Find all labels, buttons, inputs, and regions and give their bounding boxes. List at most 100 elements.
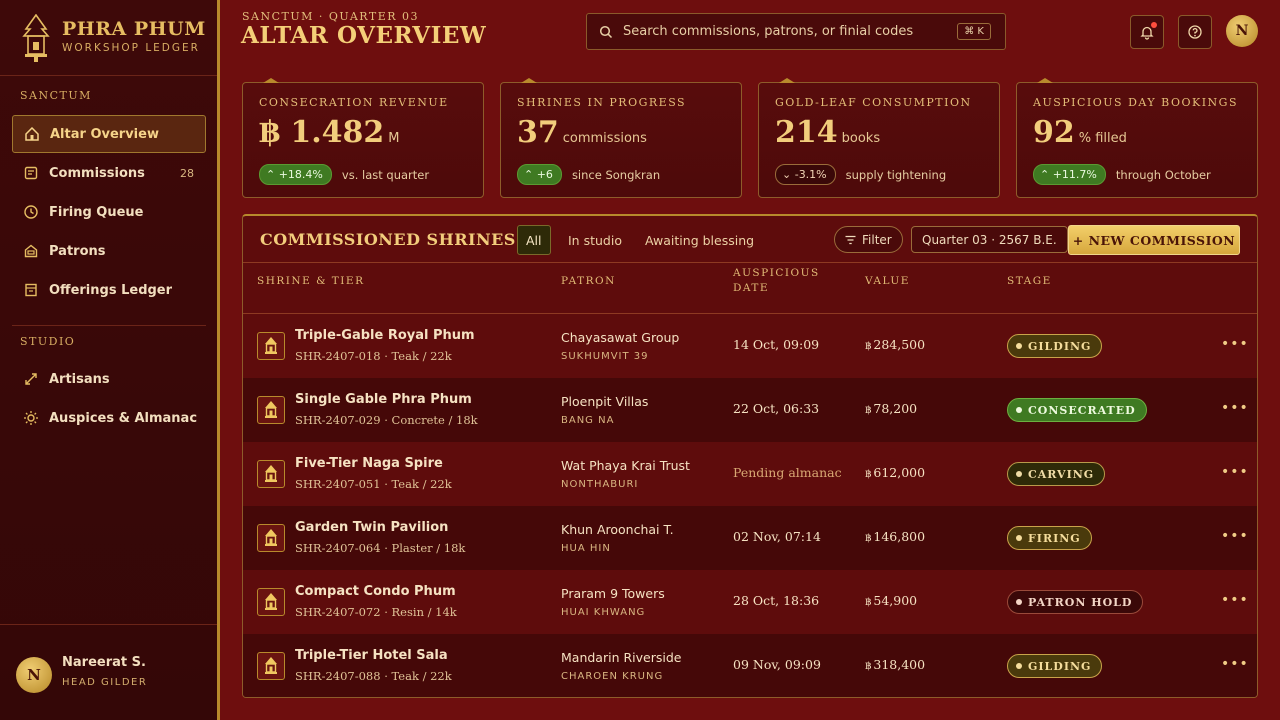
table-row[interactable]: Garden Twin Pavilion SHR-2407-064 · Plast… [243,506,1257,570]
stage-label: GILDING [1028,659,1092,673]
delta-value: +18.4% [278,168,323,181]
building-icon [22,242,40,260]
search-shortcut-hint: ⌘ K [957,23,991,40]
sidebar-divider [0,624,217,625]
stat-label: CONSECRATION REVENUE [259,96,449,109]
column-header-date[interactable]: AUSPICIOUS DATE [733,266,820,296]
stat-label: AUSPICIOUS DAY BOOKINGS [1033,96,1238,109]
row-more-icon[interactable]: ••• [1221,656,1249,672]
stage-badge: GILDING [1007,334,1103,358]
stat-card-shrines-in-progress: SHRINES IN PROGRESS 37 commissions ⌃ +6 s… [500,78,742,198]
delta-badge: ⌃ +6 [517,164,562,185]
sidebar-divider [12,325,206,326]
notifications-button[interactable] [1130,15,1164,49]
user-name: Nareerat S. [62,655,146,670]
shrine-name[interactable]: Five-Tier Naga Spire [295,456,443,471]
delta-value: -3.1% [794,168,827,181]
period-selector[interactable]: Quarter 03 · 2567 B.E. [911,226,1068,253]
spirit-house-icon [257,652,285,680]
value-amount: 612,000 [873,465,926,480]
shrine-name[interactable]: Garden Twin Pavilion [295,520,448,535]
sidebar-item-auspices-almanac[interactable]: Auspices & Almanac [12,399,206,437]
stat-label: SHRINES IN PROGRESS [517,96,687,109]
user-role: HEAD GILDER [62,677,148,688]
column-header-shrine[interactable]: SHRINE & TIER [257,274,365,289]
stage-label: PATRON HOLD [1028,595,1133,609]
table-row[interactable]: Triple-Tier Hotel Sala SHR-2407-088 · Tea… [243,634,1257,697]
search-input[interactable] [623,24,958,39]
patron-name: Praram 9 Towers [561,586,665,601]
shrine-name[interactable]: Compact Condo Phum [295,584,456,599]
help-icon [1188,25,1202,39]
shrine-code: SHR-2407-072 · Resin / 14k [295,605,457,619]
patron-location: SUKHUMVIT 39 [561,351,649,362]
patron-location: BANG NA [561,415,615,426]
baht-symbol: ฿ [865,405,872,416]
row-more-icon[interactable]: ••• [1221,336,1249,352]
sidebar-item-firing-queue[interactable]: Firing Queue [12,193,206,231]
baht-symbol: ฿ [865,469,872,480]
filter-button[interactable]: Filter [834,226,903,253]
commission-value: ฿ 54,900 [865,593,917,608]
stage-dot [1016,471,1022,477]
stat-delta: ⌄ -3.1% supply tightening [775,164,946,185]
card-notch [1037,78,1053,83]
stat-delta: ⌃ +11.7% through October [1033,164,1211,185]
row-more-icon[interactable]: ••• [1221,400,1249,416]
row-more-icon[interactable]: ••• [1221,464,1249,480]
row-more-icon[interactable]: ••• [1221,528,1249,544]
column-header-patron[interactable]: PATRON [561,274,616,289]
patron-name: Wat Phaya Krai Trust [561,458,690,473]
user-avatar: N [16,657,52,693]
stage-badge: CONSECRATED [1007,398,1147,422]
commissions-count-badge: 28 [180,166,194,180]
commission-value: ฿ 612,000 [865,465,925,480]
tab-awaiting-blessing[interactable]: Awaiting blessing [637,225,762,255]
shrine-code: SHR-2407-018 · Teak / 22k [295,349,452,363]
sidebar-item-offerings-ledger[interactable]: Offerings Ledger [12,271,206,309]
stat-value: ฿ 1.482 [259,115,385,150]
card-notch [521,78,537,83]
header-user-avatar[interactable]: N [1226,15,1258,47]
sidebar-item-commissions[interactable]: Commissions 28 [12,154,206,192]
help-button[interactable] [1178,15,1212,49]
stat-delta: ⌃ +18.4% vs. last quarter [259,164,429,185]
value-amount: 54,900 [873,593,918,608]
value-amount: 146,800 [873,529,926,544]
expand-arrows-icon [22,370,40,388]
stage-badge: FIRING [1007,526,1092,550]
table-row[interactable]: Single Gable Phra Phum SHR-2407-029 · Con… [243,378,1257,442]
shrine-code: SHR-2407-051 · Teak / 22k [295,477,452,491]
tab-all[interactable]: All [517,225,551,255]
column-header-stage[interactable]: STAGE [1007,274,1052,289]
current-user[interactable]: N Nareerat S. HEAD GILDER [16,655,216,695]
column-header-value[interactable]: VALUE [865,274,910,289]
patron-name: Mandarin Riverside [561,650,682,665]
spirit-house-icon [257,460,285,488]
stage-dot [1016,663,1022,669]
tab-in-studio[interactable]: In studio [560,225,630,255]
sidebar-item-label: Commissions [49,165,145,181]
sidebar-section-studio: STUDIO [20,335,76,348]
new-commission-button[interactable]: + NEW COMMISSION [1068,225,1240,255]
table-row[interactable]: Triple-Gable Royal Phum SHR-2407-018 · Te… [243,314,1257,378]
table-row[interactable]: Compact Condo Phum SHR-2407-072 · Resin /… [243,570,1257,634]
brand[interactable]: PHRA PHUM WORKSHOP LEDGER [20,14,210,66]
sidebar-item-patrons[interactable]: Patrons [12,232,206,270]
sidebar-item-artisans[interactable]: Artisans [12,360,206,398]
shrine-name[interactable]: Triple-Gable Royal Phum [295,328,475,343]
sidebar-item-altar-overview[interactable]: Altar Overview [12,115,206,153]
shrine-name[interactable]: Triple-Tier Hotel Sala [295,648,448,663]
stage-label: GILDING [1028,339,1092,353]
stage-badge: PATRON HOLD [1007,590,1144,614]
table-row[interactable]: Five-Tier Naga Spire SHR-2407-051 · Teak … [243,442,1257,506]
row-more-icon[interactable]: ••• [1221,592,1249,608]
search-bar[interactable]: ⌘ K [586,13,1006,50]
brand-title: PHRA PHUM [62,18,206,40]
shrine-name[interactable]: Single Gable Phra Phum [295,392,472,407]
document-icon [22,164,40,182]
arrow-down-icon: ⌄ [782,168,795,181]
sidebar-item-label: Auspices & Almanac [49,410,198,426]
delta-value: +11.7% [1052,168,1097,181]
commission-value: ฿ 284,500 [865,337,925,352]
